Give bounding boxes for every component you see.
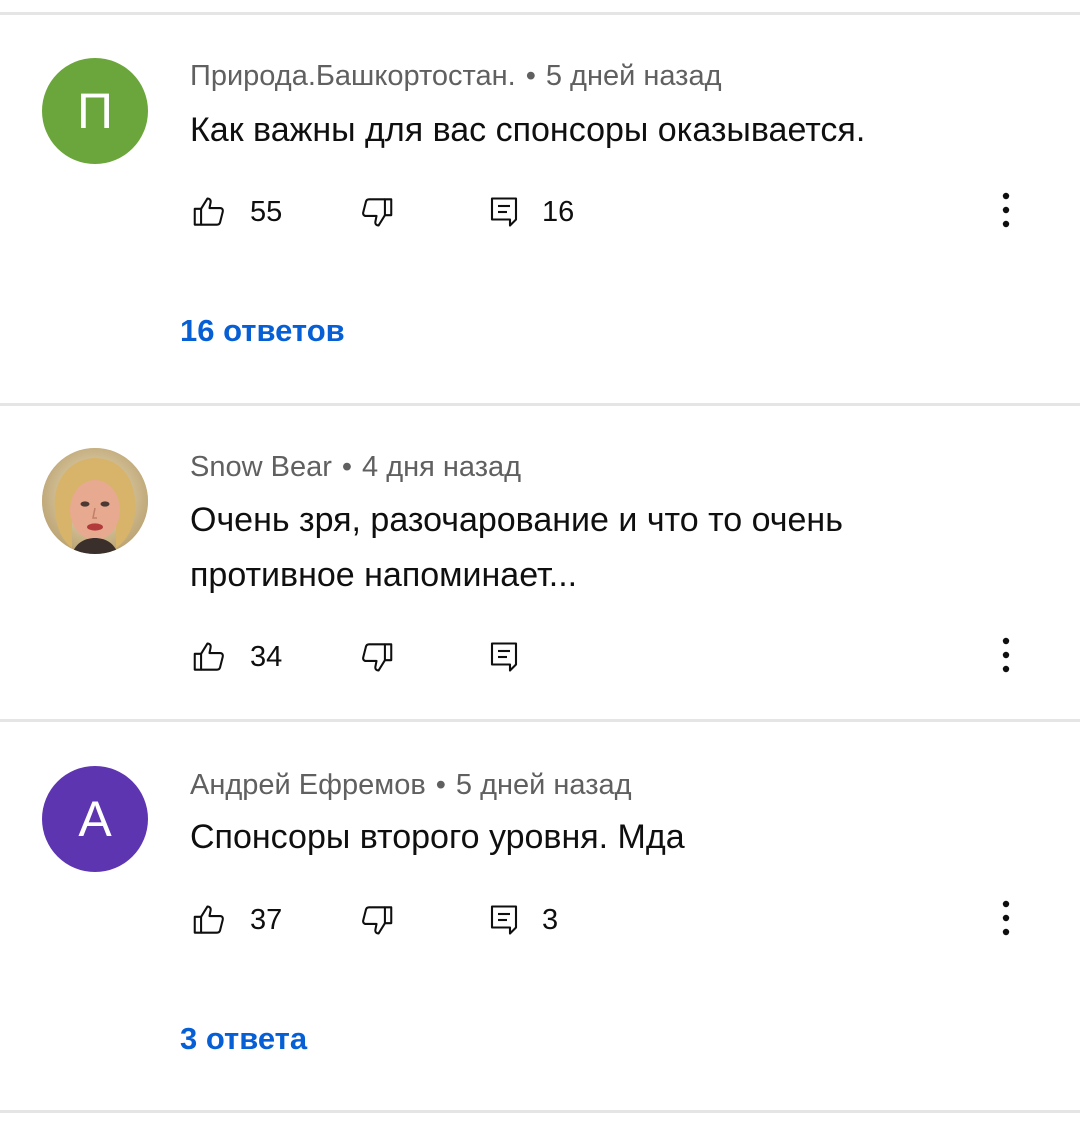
avatar-letter: П xyxy=(77,83,113,139)
dislike-button[interactable] xyxy=(358,637,396,677)
meta-separator: • xyxy=(525,60,536,92)
author-name[interactable]: Андрей Ефремов xyxy=(190,769,426,801)
view-replies-link[interactable]: 3 ответа xyxy=(180,1019,307,1059)
thumb-down-icon xyxy=(358,638,396,676)
comment-meta: Андрей Ефремов • 5 дней назад xyxy=(190,767,632,803)
divider xyxy=(0,719,1080,722)
author-name[interactable]: Природа.Башкортостан. xyxy=(190,60,516,92)
thumb-up-icon xyxy=(190,638,228,676)
divider-top xyxy=(0,12,1080,15)
divider-bottom xyxy=(0,1110,1080,1113)
comment-time[interactable]: 5 дней назад xyxy=(456,769,632,801)
comment-text: Как важны для вас спонсоры оказывается. xyxy=(190,111,866,149)
like-count: 37 xyxy=(250,903,283,936)
view-replies-link[interactable]: 16 ответов xyxy=(180,311,345,351)
avatar[interactable]: П xyxy=(42,58,148,164)
reply-button[interactable]: 3 xyxy=(486,900,558,940)
comment-text: Очень зря, разочарование и что то очень … xyxy=(190,501,843,594)
author-name[interactable]: Snow Bear xyxy=(190,451,332,483)
thumb-up-icon xyxy=(190,901,228,939)
comment-meta: Природа.Башкортостан. • 5 дней назад xyxy=(190,58,722,94)
comment-meta: Snow Bear • 4 дня назад xyxy=(190,449,521,485)
avatar-photo xyxy=(42,448,148,554)
more-vert-icon xyxy=(1001,900,1011,941)
like-button[interactable]: 37 xyxy=(190,900,282,940)
reply-icon xyxy=(486,901,522,939)
comment-actions: 34 xyxy=(190,637,1050,677)
more-options-button[interactable] xyxy=(986,900,1026,940)
reply-icon xyxy=(486,193,522,231)
more-vert-icon xyxy=(1001,192,1011,233)
like-button[interactable]: 55 xyxy=(190,192,282,232)
more-options-button[interactable] xyxy=(986,637,1026,677)
thumb-down-icon xyxy=(358,901,396,939)
like-count: 55 xyxy=(250,195,283,228)
comment-time[interactable]: 5 дней назад xyxy=(546,60,722,92)
more-options-button[interactable] xyxy=(986,192,1026,232)
avatar[interactable]: А xyxy=(42,766,148,872)
comment-actions: 37 3 xyxy=(190,900,1050,940)
thumb-up-icon xyxy=(190,193,228,231)
meta-separator: • xyxy=(341,451,353,483)
more-vert-icon xyxy=(1001,637,1011,678)
comment-time[interactable]: 4 дня назад xyxy=(362,451,521,483)
reply-count: 16 xyxy=(542,195,575,228)
dislike-button[interactable] xyxy=(358,192,396,232)
comment-text: Спонсоры второго уровня. Мда xyxy=(190,818,685,856)
divider xyxy=(0,403,1080,406)
reply-button[interactable] xyxy=(486,637,522,677)
like-button[interactable]: 34 xyxy=(190,637,282,677)
comment-actions: 55 16 xyxy=(190,192,1050,232)
meta-separator: • xyxy=(435,769,446,801)
like-count: 34 xyxy=(250,640,283,673)
avatar[interactable] xyxy=(42,448,148,554)
reply-icon xyxy=(486,638,522,676)
avatar-letter: А xyxy=(78,791,112,847)
dislike-button[interactable] xyxy=(358,900,396,940)
reply-button[interactable]: 16 xyxy=(486,192,574,232)
reply-count: 3 xyxy=(542,903,559,936)
thumb-down-icon xyxy=(358,193,396,231)
